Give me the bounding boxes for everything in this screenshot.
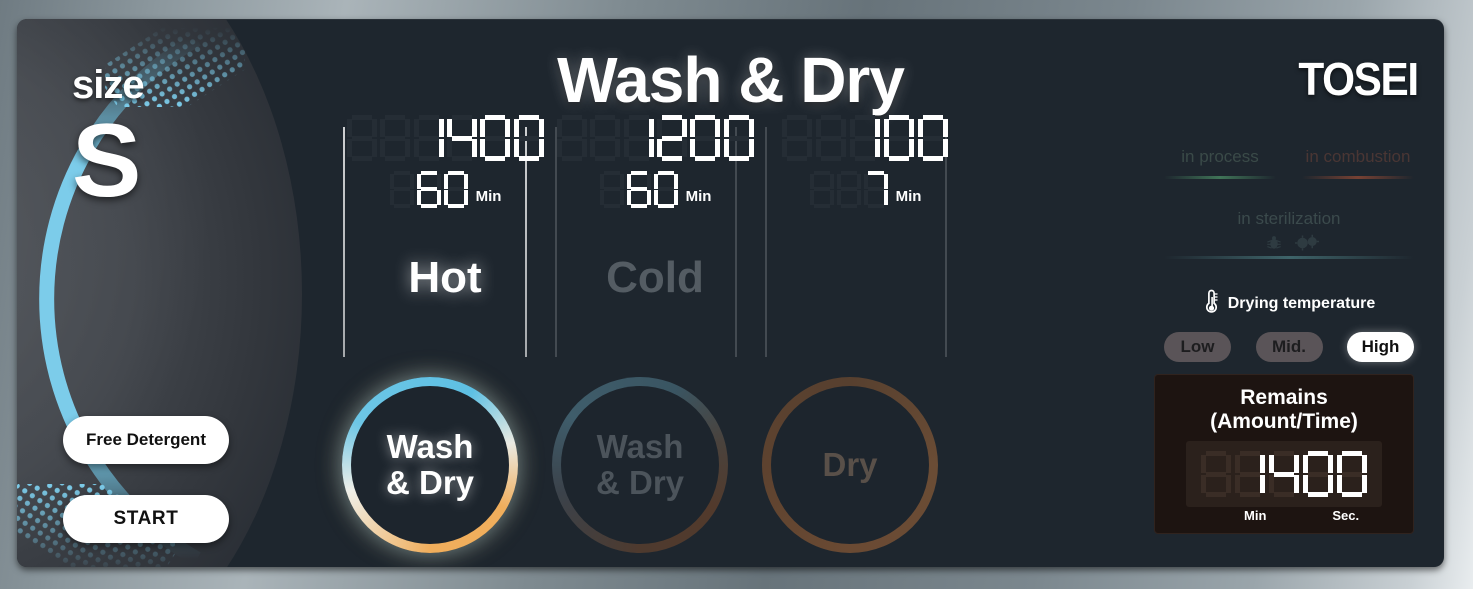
time-display: Min xyxy=(555,167,755,211)
mite-icon xyxy=(1265,234,1283,252)
status-indicators: in process in combustion in sterilizatio… xyxy=(1164,147,1414,362)
virus-icon xyxy=(1295,234,1319,252)
seven-segment-digit xyxy=(810,170,835,208)
seven-segment-digit xyxy=(380,115,411,161)
program-button-label: Wash & Dry xyxy=(385,427,475,501)
status-in-combustion: in combustion xyxy=(1302,147,1414,179)
status-in-sterilization-bar xyxy=(1164,256,1414,259)
status-in-sterilization: in sterilization xyxy=(1164,209,1414,259)
seven-segment-digit xyxy=(690,115,721,161)
program-name: Hot xyxy=(408,253,482,302)
remains-title: Remains (Amount/Time) xyxy=(1210,386,1358,433)
seven-segment-digit xyxy=(590,115,621,161)
remains-unit-labels: Min Sec. xyxy=(1186,508,1382,523)
drying-temperature-header: Drying temperature xyxy=(1164,289,1414,319)
status-in-process-label: in process xyxy=(1181,147,1259,166)
seven-segment-digit xyxy=(1303,451,1333,498)
seven-segment-digit xyxy=(654,170,679,208)
free-detergent-button[interactable]: Free Detergent xyxy=(63,416,229,464)
seven-segment-digit xyxy=(1201,451,1231,498)
seven-segment-digit xyxy=(918,115,948,161)
program-button-label: Dry xyxy=(822,445,878,483)
status-in-sterilization-label: in sterilization xyxy=(1237,209,1341,228)
program-name: Cold xyxy=(606,253,704,302)
temp-option-low[interactable]: Low xyxy=(1164,332,1231,362)
size-letter: S xyxy=(72,103,141,219)
time-display: Min xyxy=(765,167,965,211)
start-button[interactable]: START xyxy=(63,495,229,543)
seven-segment-digit xyxy=(417,170,442,208)
seven-segment-digit xyxy=(782,115,812,161)
seven-segment-digit xyxy=(1235,451,1265,498)
status-in-combustion-bar xyxy=(1302,176,1414,179)
program-column: Min xyxy=(765,109,965,211)
status-in-process-bar xyxy=(1164,176,1276,179)
free-detergent-label: Free Detergent xyxy=(86,430,206,449)
seven-segment-digit xyxy=(513,115,544,161)
program-select-buttons: Wash & Dry Wash & Dry Dry xyxy=(342,377,962,557)
thermometer-icon xyxy=(1203,289,1220,319)
time-display: Min xyxy=(345,167,545,211)
seven-segment-digit xyxy=(1337,451,1367,498)
program-button-wash-dry-cold[interactable]: Wash & Dry xyxy=(552,377,728,553)
program-button-wash-dry-hot[interactable]: Wash & Dry xyxy=(342,377,518,553)
remains-min-label: Min xyxy=(1244,508,1267,524)
start-label: START xyxy=(113,508,179,529)
remains-display xyxy=(1186,441,1382,508)
seven-segment-digit xyxy=(623,115,654,161)
seven-segment-digit xyxy=(390,170,415,208)
brand-logo: TOSEI xyxy=(1298,53,1420,105)
program-column: Min Hot xyxy=(345,109,545,303)
drying-temperature-options: Low Mid. High xyxy=(1164,332,1414,362)
seven-segment-digit xyxy=(627,170,652,208)
seven-segment-digit xyxy=(557,115,588,161)
seven-segment-digit xyxy=(657,115,687,161)
time-unit-label: Min xyxy=(895,188,922,205)
amount-display xyxy=(555,109,755,167)
temp-option-high[interactable]: High xyxy=(1347,332,1414,362)
remains-sec-label: Sec. xyxy=(1332,508,1360,524)
time-unit-label: Min xyxy=(475,188,502,205)
seven-segment-digit xyxy=(837,170,862,208)
seven-segment-digit xyxy=(816,115,846,161)
seven-segment-digit xyxy=(447,115,477,161)
program-button-label: Wash & Dry xyxy=(595,427,685,501)
program-button-dry[interactable]: Dry xyxy=(762,377,938,553)
seven-segment-digit xyxy=(884,115,914,161)
seven-segment-digit xyxy=(1269,451,1299,498)
seven-segment-digit xyxy=(723,115,754,161)
amount-display xyxy=(765,109,965,167)
seven-segment-digit xyxy=(850,115,880,161)
machine-control-panel: size S Free Detergent START Wash & Dry T… xyxy=(17,19,1444,567)
seven-segment-digit xyxy=(347,115,378,161)
status-in-process: in process xyxy=(1164,147,1276,179)
seven-segment-digit xyxy=(480,115,511,161)
amount-display xyxy=(345,109,545,167)
seven-segment-digit xyxy=(444,170,469,208)
drying-temperature-label: Drying temperature xyxy=(1227,295,1376,312)
seven-segment-digit xyxy=(600,170,625,208)
status-in-combustion-label: in combustion xyxy=(1305,147,1411,166)
temp-option-mid[interactable]: Mid. xyxy=(1255,332,1323,362)
program-column: Min Cold xyxy=(555,109,755,303)
time-unit-label: Min xyxy=(685,188,712,205)
program-readouts: Min Hot Min Cold Min xyxy=(327,109,967,359)
load-size-indicator: size S xyxy=(72,63,252,219)
size-word: size xyxy=(72,63,145,107)
remains-panel: Remains (Amount/Time) Min Sec. xyxy=(1154,374,1414,534)
seven-segment-digit xyxy=(413,115,444,161)
seven-segment-digit xyxy=(864,170,889,208)
